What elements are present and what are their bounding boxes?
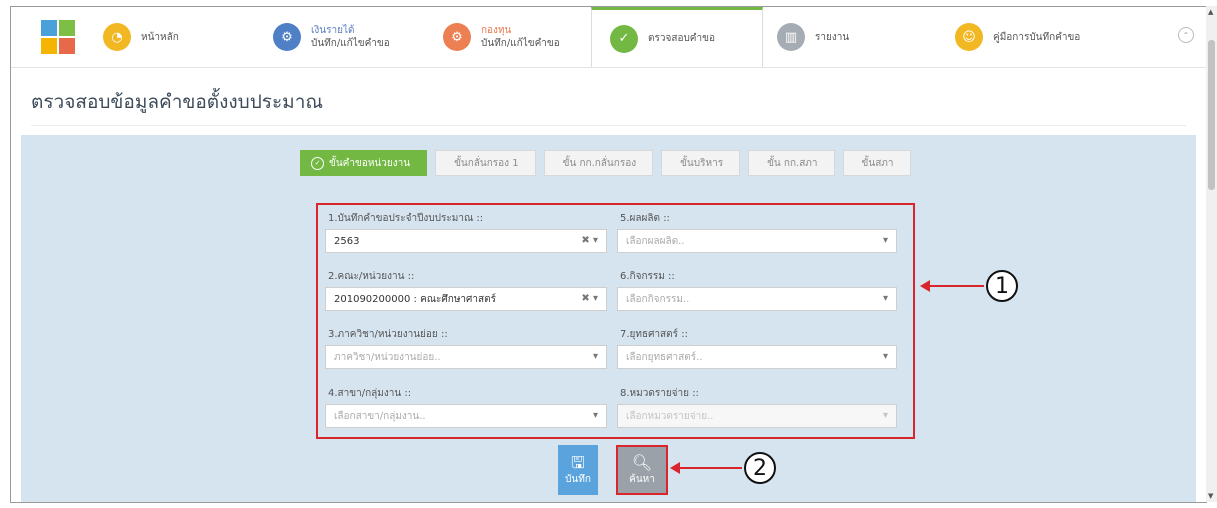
department-label: 3.ภาควิชา/หน่วยงานย่อย :: (328, 329, 448, 340)
clear-and-dropdown-icon[interactable]: ✖ ▾ (581, 235, 598, 246)
output-placeholder: เลือกผลผลิต.. (626, 235, 685, 247)
chevron-down-icon: ▾ (882, 410, 888, 421)
workgroup-label: 4.สาขา/กลุ่มงาน :: (328, 388, 412, 399)
chevron-down-icon[interactable]: ▾ (883, 351, 888, 362)
expense-category-select: เลือกหมวดรายจ่าย.. ▾ (617, 404, 897, 428)
nav-fund[interactable]: ⚙ กองทุน บันทึก/แก้ไขคำขอ (431, 7, 601, 67)
nav-income-subtitle: บันทึก/แก้ไขคำขอ (311, 38, 390, 49)
step-screening-committee[interactable]: ขั้น กก.กลั่นกรอง (543, 150, 654, 176)
scroll-up-icon[interactable]: ▲ (1208, 8, 1213, 16)
strategy-label: 7.ยุทธศาสตร์ :: (620, 329, 688, 340)
nav-fund-subtitle: บันทึก/แก้ไขคำขอ (481, 38, 560, 49)
activity-select[interactable]: เลือกกิจกรรม.. ▾ (617, 287, 897, 311)
step-label: ขั้น กก.กลั่นกรอง (562, 157, 637, 169)
nav-review[interactable]: ✓ ตรวจสอบคำขอ (591, 7, 763, 67)
scroll-down-icon[interactable]: ▼ (1208, 492, 1213, 500)
divider (31, 125, 1186, 126)
app-logo[interactable] (41, 20, 75, 54)
search-button[interactable]: 🔍︎ ค้นหา (616, 445, 668, 495)
top-navigation: ◔ หน้าหลัก ⚙ เงินรายได้ บันทึก/แก้ไขคำขอ… (11, 7, 1206, 68)
search-icon: 🔍︎ (631, 452, 653, 472)
step-executive[interactable]: ขั้นบริหาร (661, 150, 741, 176)
step-label: ขั้นสภา (861, 157, 894, 169)
department-select[interactable]: ภาควิชา/หน่วยงานย่อย.. ▾ (325, 345, 607, 369)
nav-fund-title: กองทุน (481, 25, 512, 36)
output-select[interactable]: เลือกผลผลิต.. ▾ (617, 229, 897, 253)
annotation-marker-1: 1 (986, 270, 1018, 302)
nav-review-label: ตรวจสอบคำขอ (648, 33, 715, 44)
step-label: ขั้นกลั่นกรอง 1 (454, 157, 519, 169)
nav-home[interactable]: ◔ หน้าหลัก (91, 7, 261, 67)
faculty-label: 2.คณะ/หน่วยงาน :: (328, 271, 415, 282)
gear-icon: ⚙ (443, 23, 471, 51)
activity-label: 6.กิจกรรม :: (620, 271, 675, 282)
bar-chart-icon: ▥ (777, 23, 805, 51)
chevron-down-icon[interactable]: ▾ (593, 351, 598, 362)
nav-report[interactable]: ▥ รายงาน (763, 7, 943, 67)
nav-manual-label: คู่มือการบันทึกคำขอ (993, 31, 1081, 43)
annotation-marker-2: 2 (744, 452, 776, 484)
check-circle-icon: ✓ (610, 24, 638, 53)
scrollbar-thumb[interactable] (1208, 40, 1215, 190)
nav-manual[interactable]: ☺ คู่มือการบันทึกคำขอ (943, 7, 1143, 67)
activity-placeholder: เลือกกิจกรรม.. (626, 293, 690, 305)
nav-income[interactable]: ⚙ เงินรายได้ บันทึก/แก้ไขคำขอ (261, 7, 431, 67)
collapse-up-icon[interactable]: ⌃ (1178, 27, 1194, 43)
expense-category-placeholder: เลือกหมวดรายจ่าย.. (626, 410, 714, 422)
workflow-steps: ✓ ขั้นคำขอหน่วยงาน ขั้นกลั่นกรอง 1 ขั้น … (300, 150, 919, 176)
strategy-select[interactable]: เลือกยุทธศาสตร์.. ▾ (617, 345, 897, 369)
user-manual-icon: ☺ (955, 23, 983, 51)
clear-and-dropdown-icon[interactable]: ✖ ▾ (581, 293, 598, 304)
nav-home-label: หน้าหลัก (141, 31, 179, 43)
output-label: 5.ผลผลิต :: (620, 213, 670, 224)
gears-icon: ⚙ (273, 23, 301, 51)
page-title: ตรวจสอบข้อมูลคำขอตั้งงบประมาณ (31, 91, 324, 113)
dashboard-icon: ◔ (103, 23, 131, 51)
chevron-down-icon[interactable]: ▾ (883, 293, 888, 304)
search-button-label: ค้นหา (629, 473, 655, 485)
save-button[interactable]: 🖫 บันทึก (558, 445, 598, 495)
expense-category-label: 8.หมวดรายจ่าย :: (620, 388, 699, 399)
save-button-label: บันทึก (565, 473, 591, 485)
annotation-arrow-2 (678, 467, 742, 469)
chevron-down-icon[interactable]: ▾ (883, 235, 888, 246)
fiscal-year-select[interactable]: 2563 ✖ ▾ (325, 229, 607, 253)
faculty-select[interactable]: 201090200000 : คณะศึกษาศาสตร์ ✖ ▾ (325, 287, 607, 311)
fiscal-year-value: 2563 (334, 235, 360, 247)
annotation-arrow-1 (928, 285, 984, 287)
vertical-scrollbar[interactable]: ▲ ▼ (1206, 6, 1217, 502)
workgroup-placeholder: เลือกสาขา/กลุ่มงาน.. (334, 410, 426, 422)
step-screening-1[interactable]: ขั้นกลั่นกรอง 1 (435, 150, 536, 176)
step-council-committee[interactable]: ขั้น กก.สภา (748, 150, 835, 176)
step-unit-request[interactable]: ✓ ขั้นคำขอหน่วยงาน (300, 150, 428, 176)
nav-report-label: รายงาน (815, 31, 850, 43)
step-label: ขั้น กก.สภา (767, 157, 818, 169)
step-label: ขั้นคำขอหน่วยงาน (329, 157, 411, 169)
nav-income-title: เงินรายได้ (311, 25, 355, 36)
department-placeholder: ภาควิชา/หน่วยงานย่อย.. (334, 351, 441, 363)
step-label: ขั้นบริหาร (680, 157, 724, 169)
fiscal-year-label: 1.บันทึกคำขอประจำปีงบประมาณ :: (328, 213, 484, 224)
floppy-disk-icon: 🖫 (571, 452, 585, 472)
chevron-down-icon[interactable]: ▾ (593, 410, 598, 421)
check-icon: ✓ (311, 156, 324, 170)
workgroup-select[interactable]: เลือกสาขา/กลุ่มงาน.. ▾ (325, 404, 607, 428)
faculty-value: 201090200000 : คณะศึกษาศาสตร์ (334, 293, 496, 305)
step-council[interactable]: ขั้นสภา (842, 150, 911, 176)
strategy-placeholder: เลือกยุทธศาสตร์.. (626, 351, 703, 363)
